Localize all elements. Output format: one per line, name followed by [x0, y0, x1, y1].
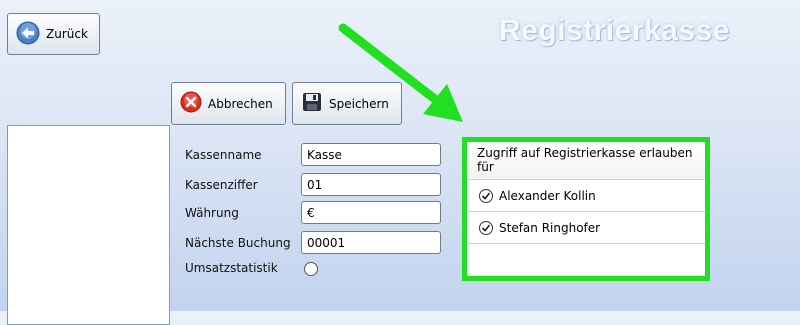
field-label-waehrung: Währung [185, 206, 239, 220]
cancel-button-label: Abbrechen [208, 96, 273, 111]
naechste-buchung-input[interactable] [301, 231, 441, 254]
access-header: Zugriff auf Registrierkasse erlauben für [467, 142, 705, 179]
field-label-umsatzstatistik: Umsatzstatistik [185, 261, 278, 275]
access-user-name: Alexander Kollin [499, 188, 596, 203]
check-icon[interactable] [479, 220, 493, 235]
field-label-kassenziffer: Kassenziffer [185, 178, 258, 192]
cancel-button[interactable]: Abbrechen [171, 82, 286, 125]
back-button-label: Zurück [46, 27, 88, 41]
field-label-kassenname: Kassenname [185, 148, 262, 162]
access-user-row[interactable]: Alexander Kollin [467, 179, 705, 211]
kassenziffer-input[interactable] [301, 173, 441, 196]
access-permission-panel: Zugriff auf Registrierkasse erlauben für… [462, 137, 710, 281]
save-button[interactable]: Speichern [292, 82, 402, 125]
access-user-row[interactable]: Stefan Ringhofer [467, 211, 705, 244]
cancel-x-icon [180, 91, 202, 116]
check-icon[interactable] [479, 188, 493, 203]
kassenname-input[interactable] [301, 143, 441, 166]
app-title: Registrierkasse [499, 14, 730, 47]
umsatzstatistik-toggle[interactable] [304, 262, 318, 276]
back-button[interactable]: Zurück [7, 13, 100, 55]
register-list[interactable] [7, 125, 170, 325]
field-label-naechste-buchung: Nächste Buchung [185, 236, 291, 250]
waehrung-input[interactable] [301, 201, 441, 224]
back-arrow-icon [16, 21, 40, 48]
save-disk-icon [301, 91, 323, 116]
save-button-label: Speichern [329, 96, 389, 111]
access-user-name: Stefan Ringhofer [499, 220, 601, 235]
